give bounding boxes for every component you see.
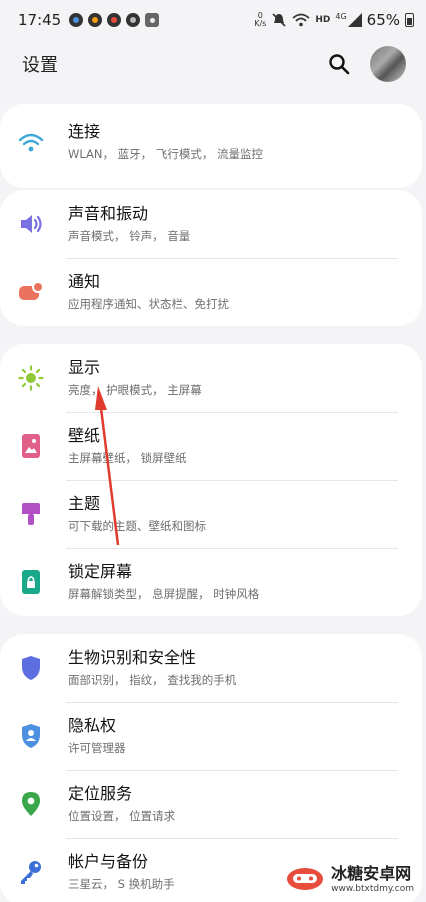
item-title: 壁纸 <box>68 426 101 445</box>
item-subtitle: 三星云， S 换机助手 <box>68 877 175 891</box>
check-icon <box>145 13 160 27</box>
privacy-shield-icon <box>18 723 44 749</box>
item-title: 定位服务 <box>68 784 133 803</box>
header-actions <box>328 46 406 82</box>
item-subtitle: 面部识别， 指纹， 查找我的手机 <box>68 673 237 687</box>
item-title: 锁定屏幕 <box>68 562 133 581</box>
wifi-icon <box>18 130 44 156</box>
item-subtitle: 位置设置， 位置请求 <box>68 809 176 823</box>
watermark-url: www.btxtdmy.com <box>331 884 414 894</box>
settings-group-connections: 连接 WLAN， 蓝牙， 飞行模式， 流量监控 <box>0 104 422 188</box>
item-subtitle: 应用程序通知、状态栏、免打扰 <box>68 297 229 311</box>
brightness-icon <box>18 365 44 391</box>
lock-screen-icon <box>18 569 44 595</box>
watermark-logo-icon <box>287 868 324 890</box>
item-title: 帐户与备份 <box>68 852 149 871</box>
hd-indicator: HD <box>315 15 331 25</box>
notification-icons <box>69 13 160 27</box>
item-title: 主题 <box>68 494 101 513</box>
key-icon <box>18 859 44 885</box>
settings-group-sound-notifications: 声音和振动 声音模式， 铃声， 音量 通知 应用程序通知、状态栏、免打扰 <box>0 190 422 326</box>
mute-icon <box>272 13 286 27</box>
app-header: 设置 <box>0 40 426 88</box>
search-icon[interactable] <box>328 53 350 75</box>
item-subtitle: 许可管理器 <box>68 741 126 755</box>
item-subtitle: 主屏幕壁纸， 锁屏壁纸 <box>68 451 187 465</box>
net-speed: 0 K/s <box>254 11 267 28</box>
settings-item-lock-screen[interactable]: 锁定屏幕 屏幕解锁类型， 息屏提醒， 时钟风格 <box>0 548 422 616</box>
notification-icon <box>18 279 44 305</box>
signal-icon <box>347 13 362 27</box>
avatar[interactable] <box>370 46 406 82</box>
item-title: 隐私权 <box>68 716 117 735</box>
item-title: 显示 <box>68 358 101 377</box>
volume-icon <box>18 211 44 237</box>
wifi-status-icon <box>292 13 310 27</box>
signal-4g: 4G <box>335 13 362 27</box>
app-notification-icon <box>126 13 141 27</box>
shield-icon <box>18 655 44 681</box>
settings-item-themes[interactable]: 主题 可下载的主题、壁纸和图标 <box>0 480 422 548</box>
settings-item-connections[interactable]: 连接 WLAN， 蓝牙， 飞行模式， 流量监控 <box>0 104 422 188</box>
item-title: 连接 <box>68 122 101 141</box>
settings-item-display[interactable]: 显示 亮度， 护眼模式， 主屏幕 <box>0 344 422 412</box>
wallpaper-icon <box>18 433 44 459</box>
item-subtitle: WLAN， 蓝牙， 飞行模式， 流量监控 <box>68 147 263 161</box>
settings-group-display: 显示 亮度， 护眼模式， 主屏幕 壁纸 主屏幕壁纸， 锁屏壁纸 主题 可下载的主… <box>0 344 422 616</box>
item-subtitle: 可下载的主题、壁纸和图标 <box>68 519 206 533</box>
app-notification-icon <box>88 13 103 27</box>
status-bar: 17:45 0 K/s HD 4G 65% <box>0 0 426 40</box>
item-title: 通知 <box>68 272 101 291</box>
battery-icon <box>405 13 414 27</box>
item-subtitle: 亮度， 护眼模式， 主屏幕 <box>68 383 202 397</box>
settings-item-biometrics[interactable]: 生物识别和安全性 面部识别， 指纹， 查找我的手机 <box>0 634 422 702</box>
item-title: 声音和振动 <box>68 204 149 223</box>
app-notification-icon <box>107 13 122 27</box>
settings-item-sound[interactable]: 声音和振动 声音模式， 铃声， 音量 <box>0 190 422 258</box>
theme-brush-icon <box>18 501 44 527</box>
settings-item-wallpaper[interactable]: 壁纸 主屏幕壁纸， 锁屏壁纸 <box>0 412 422 480</box>
settings-item-notifications[interactable]: 通知 应用程序通知、状态栏、免打扰 <box>0 258 422 326</box>
watermark: 冰糖安卓网 www.btxtdmy.com <box>281 858 418 896</box>
location-pin-icon <box>18 791 44 817</box>
settings-item-privacy[interactable]: 隐私权 许可管理器 <box>0 702 422 770</box>
battery-percent: 65% <box>366 11 400 29</box>
app-notification-icon <box>69 13 84 27</box>
status-time: 17:45 <box>18 11 62 29</box>
status-right: 0 K/s HD 4G 65% <box>254 11 414 29</box>
item-subtitle: 屏幕解锁类型， 息屏提醒， 时钟风格 <box>68 587 260 601</box>
watermark-text: 冰糖安卓网 <box>331 864 412 883</box>
item-subtitle: 声音模式， 铃声， 音量 <box>68 229 191 243</box>
item-title: 生物识别和安全性 <box>68 648 197 667</box>
settings-item-location[interactable]: 定位服务 位置设置， 位置请求 <box>0 770 422 838</box>
page-title: 设置 <box>22 55 58 76</box>
